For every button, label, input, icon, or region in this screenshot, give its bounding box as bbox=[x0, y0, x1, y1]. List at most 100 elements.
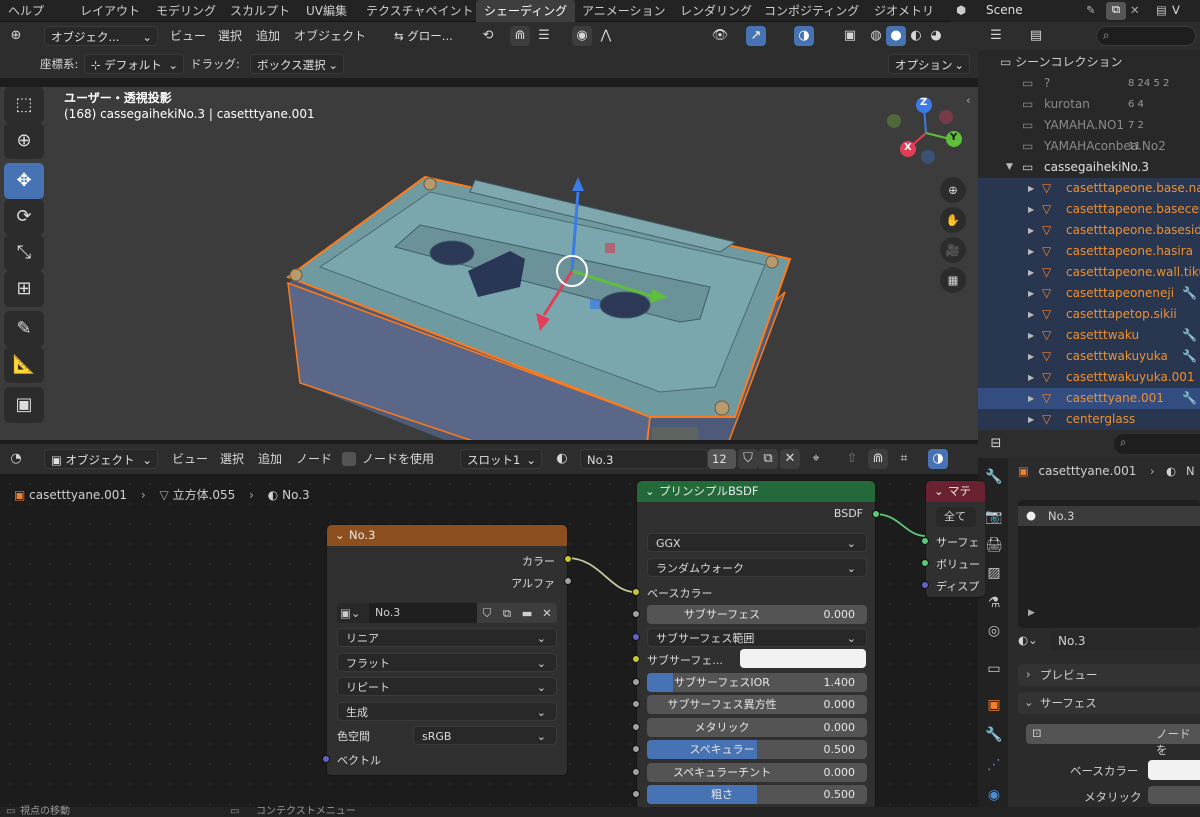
specular-socket[interactable] bbox=[632, 745, 640, 753]
unlink-material-icon[interactable]: ✕ bbox=[780, 449, 800, 469]
outliner-object-row[interactable]: ▶ ▽ casetttwakuyuka 🔧 bbox=[978, 346, 1200, 367]
projection-dropdown[interactable]: フラット ⌄ bbox=[337, 653, 557, 672]
subsurface-ior-socket[interactable] bbox=[632, 678, 640, 686]
node-node-menu[interactable]: ノード bbox=[296, 449, 332, 469]
zoom-icon[interactable]: ⊕ bbox=[940, 177, 966, 203]
output-node-header[interactable]: ⌄ マテ bbox=[926, 481, 985, 502]
collapse-arrow-icon[interactable]: ▼ bbox=[1006, 157, 1013, 178]
properties-search-input[interactable]: ⌕ bbox=[1114, 434, 1200, 454]
tab-2[interactable]: モデリング bbox=[148, 0, 224, 22]
expand-arrow-icon[interactable]: ▶ bbox=[1028, 262, 1034, 283]
collection-tab-icon[interactable]: ▭ bbox=[978, 656, 1010, 682]
node-snap-icon[interactable]: ⋒ bbox=[868, 449, 888, 469]
prop-metallic-field[interactable] bbox=[1148, 786, 1200, 804]
image-out-alpha-socket[interactable] bbox=[564, 577, 572, 585]
navigation-gizmo[interactable]: Z Y X bbox=[884, 93, 966, 175]
material-output-node[interactable]: ⌄ マテ 全て サーフェ ボリュー ディスプ bbox=[921, 480, 985, 598]
rotate-tool-icon[interactable]: ⟳ bbox=[4, 199, 44, 235]
use-nodes-checkbox[interactable] bbox=[342, 452, 356, 466]
output-target-dropdown[interactable]: 全て bbox=[936, 507, 976, 527]
subsurface-color-socket[interactable] bbox=[632, 655, 640, 663]
tab-10[interactable]: ジオメトリ bbox=[866, 0, 942, 22]
outliner-object-row[interactable]: ▶ ▽ casetttwaku 🔧 bbox=[978, 325, 1200, 346]
snap-target-icon[interactable]: ☰ bbox=[534, 26, 554, 46]
node-add-menu[interactable]: 追加 bbox=[258, 449, 282, 469]
outliner-object-row[interactable]: ▶ ▽ casetttapeone.wall.tikuwa bbox=[978, 262, 1200, 283]
parent-node-icon[interactable]: ⇧ bbox=[842, 449, 862, 469]
drag-selector[interactable]: ボックス選択 ⌄ bbox=[250, 54, 344, 74]
add-cube-tool-icon[interactable]: ▣ bbox=[4, 387, 44, 423]
subsurface-socket[interactable] bbox=[632, 610, 640, 618]
material-selector[interactable]: ◐⌄ No.3 bbox=[1018, 631, 1200, 653]
slot-selector[interactable]: スロット1 ⌄ bbox=[460, 449, 542, 469]
object-menu[interactable]: オブジェクト bbox=[294, 26, 366, 46]
metallic-socket[interactable] bbox=[632, 723, 640, 731]
transform-orientation[interactable]: ⇆ グロー... bbox=[388, 26, 468, 46]
outliner-collection-row[interactable]: ▭ YAMAHAconbea.No2 11 bbox=[978, 136, 1200, 157]
outliner-editor-icon[interactable]: ☰ bbox=[986, 26, 1006, 46]
material-browse-icon[interactable]: ◐⌄ bbox=[1018, 633, 1038, 647]
image-in-vector-socket[interactable] bbox=[322, 755, 330, 763]
expand-arrow-icon[interactable]: ▶ bbox=[1028, 409, 1034, 430]
scene-selector[interactable]: Scene ✎ ⧉ ✕ ▤ V bbox=[978, 0, 1200, 22]
material-slot-item[interactable]: ● No.3 bbox=[1018, 506, 1200, 526]
output-volume-socket[interactable] bbox=[921, 559, 929, 567]
base-color-socket[interactable] bbox=[632, 588, 640, 596]
surface-node-button[interactable]: ⊡ ノードを bbox=[1026, 724, 1200, 757]
outliner-object-row[interactable]: ▶ ▽ casetttyane.001 🔧 bbox=[978, 388, 1200, 409]
user-count[interactable]: 12 bbox=[708, 449, 736, 469]
image-node-header[interactable]: ⌄ No.3 bbox=[327, 525, 567, 546]
scene-icon[interactable]: ⬢ bbox=[950, 0, 978, 22]
expand-slot-icon[interactable]: ▶ bbox=[1028, 608, 1035, 618]
measure-tool-icon[interactable]: 📐 bbox=[4, 347, 44, 383]
expand-arrow-icon[interactable]: ▶ bbox=[1028, 304, 1034, 325]
output-displacement-socket[interactable] bbox=[921, 581, 929, 589]
node-editor-type-icon[interactable]: ◔ bbox=[6, 449, 26, 469]
tab-5[interactable]: テクスチャペイント bbox=[358, 0, 482, 22]
wireframe-shading-icon[interactable]: ◍ bbox=[866, 26, 886, 46]
properties-editor-icon[interactable]: ⊟ bbox=[986, 434, 1006, 454]
pan-hand-icon[interactable]: ✋ bbox=[940, 207, 966, 233]
bsdf-node-header[interactable]: ⌄ プリンシプルBSDF bbox=[637, 481, 875, 502]
expand-arrow-icon[interactable]: ▶ bbox=[1028, 283, 1034, 304]
transform-tool-icon[interactable]: ⊞ bbox=[4, 271, 44, 307]
outliner-search-input[interactable]: ⌕ bbox=[1096, 26, 1196, 46]
solid-shading-icon[interactable]: ● bbox=[886, 26, 906, 46]
pin-icon[interactable]: ✎ bbox=[1086, 3, 1096, 17]
specular-slider[interactable]: スペキュラー 0.500 bbox=[647, 740, 867, 759]
editor-type-icon[interactable]: ⊕ bbox=[6, 26, 26, 46]
image-texture-node[interactable]: ⌄ No.3 カラー アルファ ▣⌄ No.3 ⛉ ⧉ ▬ ✕ リニア ⌄ フラット… bbox=[322, 524, 572, 776]
camera-icon[interactable]: 🎥 bbox=[940, 237, 966, 263]
sidebar-toggle-icon[interactable]: ‹ bbox=[966, 93, 971, 107]
image-new-icon[interactable]: ⧉ bbox=[497, 603, 517, 623]
scene-collection-row[interactable]: ▭ シーンコレクション bbox=[978, 52, 1200, 73]
select-menu[interactable]: 選択 bbox=[218, 26, 242, 46]
physics-tab-icon[interactable]: ◉ bbox=[978, 782, 1010, 808]
tab-9[interactable]: コンポジティング bbox=[756, 0, 867, 22]
rendered-shading-icon[interactable]: ◕ bbox=[926, 26, 946, 46]
preview-panel-header[interactable]: › プレビュー bbox=[1018, 664, 1200, 686]
material-shading-icon[interactable]: ◐ bbox=[906, 26, 926, 46]
outliner-object-row[interactable]: ▶ ▽ casetttwakuyuka.001 bbox=[978, 367, 1200, 388]
node-view-menu[interactable]: ビュー bbox=[172, 449, 208, 469]
xray-icon[interactable]: ▣ bbox=[840, 26, 860, 46]
outliner-object-row[interactable]: ▶ ▽ casetttapetop.sikii bbox=[978, 304, 1200, 325]
specular-tint-slider[interactable]: スペキュラーチント 0.000 bbox=[647, 763, 867, 782]
node-overlay-icon[interactable]: ◑ bbox=[928, 449, 948, 469]
image-out-color-socket[interactable] bbox=[564, 555, 572, 563]
outliner-object-row[interactable]: ▶ ▽ casetttapeone.basecenter bbox=[978, 199, 1200, 220]
scale-tool-icon[interactable]: ⤡ bbox=[4, 235, 44, 271]
outliner-object-row[interactable]: ▶ ▽ casetttapeone.baseside bbox=[978, 220, 1200, 241]
tab-3[interactable]: スカルプト bbox=[222, 0, 298, 22]
roughness-socket[interactable] bbox=[632, 790, 640, 798]
material-browse-icon[interactable]: ◐ bbox=[552, 449, 572, 469]
cursor-tool-icon[interactable]: ⊕ bbox=[4, 123, 44, 159]
subsurface-ior-slider[interactable]: サブサーフェスIOR 1.400 bbox=[647, 673, 867, 692]
node-select-menu[interactable]: 選択 bbox=[220, 449, 244, 469]
display-mode-icon[interactable]: ▤ bbox=[1026, 26, 1046, 46]
move-tool-icon[interactable]: ✥ bbox=[4, 163, 44, 199]
duplicate-material-icon[interactable]: ⧉ bbox=[758, 449, 778, 469]
expand-arrow-icon[interactable]: ▶ bbox=[1028, 346, 1034, 367]
gizmo-toggle-icon[interactable]: ↗ bbox=[746, 26, 766, 46]
subsurface-radius-dropdown[interactable]: サブサーフェス範囲 ⌄ bbox=[647, 628, 867, 647]
